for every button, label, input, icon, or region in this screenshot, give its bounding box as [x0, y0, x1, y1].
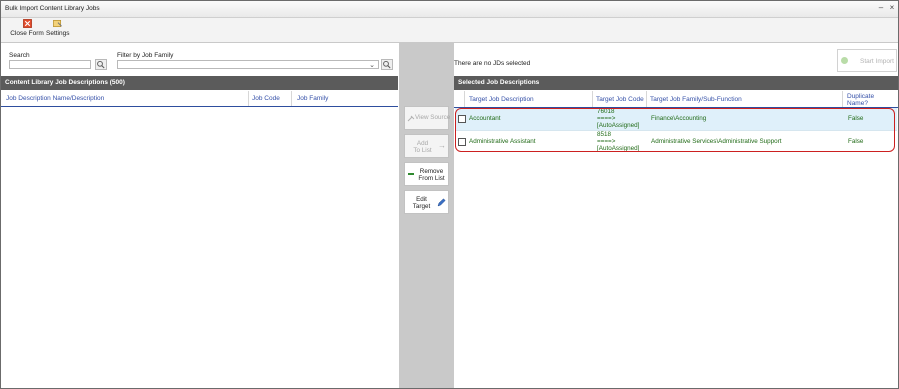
target-label: Target: [412, 203, 431, 210]
window-title: Bulk Import Content Library Jobs: [5, 5, 100, 12]
selected-jobs-column-header: Target Job Description Target Job Code T…: [454, 91, 898, 108]
close-form-label: Close Form: [10, 30, 44, 37]
action-strip: View Source Add To List → Remove From Li…: [399, 43, 454, 388]
view-source-label: View Source: [415, 114, 451, 121]
settings-button[interactable]: Settings: [46, 19, 70, 37]
search-label: Search: [9, 52, 30, 59]
from-list-label: From List: [418, 175, 445, 182]
column-duplicate-name: Name?: [847, 100, 868, 107]
column-divider: [592, 91, 593, 107]
settings-label: Settings: [46, 30, 70, 37]
column-divider: [248, 91, 249, 106]
content-library-column-header: Job Description Name/Description Job Cod…: [1, 91, 398, 107]
column-job-code[interactable]: Job Code: [252, 95, 280, 102]
filter-search-button[interactable]: [381, 59, 393, 70]
to-list-label: To List: [413, 147, 432, 154]
selection-status: There are no JDs selected: [454, 60, 531, 67]
edit-label: Edit: [416, 196, 427, 203]
arrow-right-icon: →: [438, 141, 446, 150]
column-target-description[interactable]: Target Job Description: [469, 96, 534, 103]
remove-icon: [408, 173, 414, 175]
selected-rows-highlight: [455, 108, 895, 152]
remove-from-list-button[interactable]: Remove From List: [404, 162, 449, 186]
close-icon[interactable]: ×: [887, 3, 897, 13]
chevron-down-icon: ⌄: [369, 62, 375, 69]
column-divider: [291, 91, 292, 106]
add-to-list-button[interactable]: Add To List →: [404, 134, 449, 158]
job-family-filter-select[interactable]: ⌄: [117, 60, 379, 69]
add-label: Add: [416, 140, 429, 147]
toolbar: Close Form Settings: [1, 18, 898, 43]
remove-label: Remove: [419, 168, 444, 175]
column-target-code[interactable]: Target Job Code: [596, 96, 644, 103]
content-library-pane: Search Filter by Job Family ⌄ Content Li…: [1, 43, 399, 388]
close-form-button[interactable]: Close Form: [10, 19, 44, 37]
selected-jobs-pane: There are no JDs selected Start Import S…: [454, 43, 898, 388]
minimize-icon[interactable]: –: [876, 3, 886, 13]
pencil-icon: [437, 198, 446, 207]
filter-label: Filter by Job Family: [117, 52, 174, 59]
edit-target-button[interactable]: Edit Target: [404, 190, 449, 214]
column-divider: [646, 91, 647, 107]
search-button[interactable]: [95, 59, 107, 70]
column-duplicate[interactable]: Duplicate: [847, 93, 874, 100]
column-divider: [464, 91, 465, 107]
view-source-icon: [407, 115, 415, 122]
column-job-description[interactable]: Job Description Name/Description: [6, 95, 104, 102]
start-import-icon: [841, 57, 848, 64]
selected-jobs-header: Selected Job Descriptions: [454, 76, 898, 90]
column-target-family[interactable]: Target Job Family/Sub-Function: [650, 96, 742, 103]
view-source-button[interactable]: View Source: [404, 106, 451, 130]
column-divider: [842, 91, 843, 107]
title-bar: Bulk Import Content Library Jobs – ×: [1, 1, 898, 18]
start-import-label: Start Import: [860, 58, 894, 65]
start-import-button[interactable]: Start Import: [837, 49, 897, 72]
content-library-header: Content Library Job Descriptions (500): [1, 76, 398, 90]
column-job-family[interactable]: Job Family: [297, 95, 328, 102]
search-icon: [383, 60, 391, 69]
close-form-icon: [22, 19, 32, 28]
search-input[interactable]: [9, 60, 91, 69]
settings-icon: [52, 19, 62, 28]
search-icon: [97, 60, 105, 69]
